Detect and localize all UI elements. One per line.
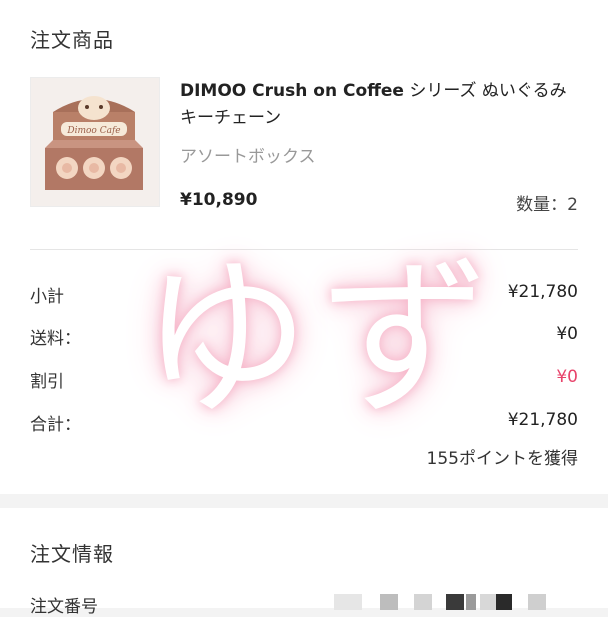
total-value: ¥21,780	[507, 410, 578, 430]
total-row: 合計： ¥21,780	[30, 410, 578, 436]
thumbnail-label: Dimoo Cafe	[66, 126, 120, 136]
subtotal-label: 小計	[30, 287, 64, 307]
divider	[30, 249, 578, 250]
total-label: 合計：	[30, 415, 81, 435]
subtotal-value: ¥21,780	[507, 282, 578, 302]
discount-label: 割引	[30, 372, 64, 392]
subtotal-row: 小計 ¥21,780	[30, 282, 578, 308]
shipping-value: ¥0	[556, 324, 578, 344]
points-earned: 155ポイントを獲得	[426, 449, 578, 469]
order-info-card: 注文情報 注文番号	[0, 508, 608, 617]
shipping-label: 送料：	[30, 329, 81, 349]
product-name[interactable]: DIMOO Crush on Coffee シリーズ ぬいぐるみキーチェーン	[180, 78, 570, 132]
order-info-title: 注文情報	[30, 542, 114, 566]
product-name-latin: DIMOO Crush on Coffee	[180, 81, 404, 101]
product-variant: アソートボックス	[180, 147, 316, 167]
product-box-image: Dimoo Cafe	[31, 78, 159, 206]
discount-value: ¥0	[556, 367, 578, 387]
product-thumbnail[interactable]: Dimoo Cafe	[30, 77, 160, 207]
discount-row: 割引 ¥0	[30, 367, 578, 393]
product-quantity: 数量：2	[516, 195, 578, 215]
product-price: ¥10,890	[180, 190, 258, 210]
order-items-title: 注文商品	[30, 28, 114, 52]
order-items-card: 注文商品 Dimoo Cafe DIMOO Crush on Coffee シリ…	[0, 0, 608, 494]
order-number-label: 注文番号	[30, 597, 98, 617]
shipping-row: 送料： ¥0	[30, 324, 578, 350]
